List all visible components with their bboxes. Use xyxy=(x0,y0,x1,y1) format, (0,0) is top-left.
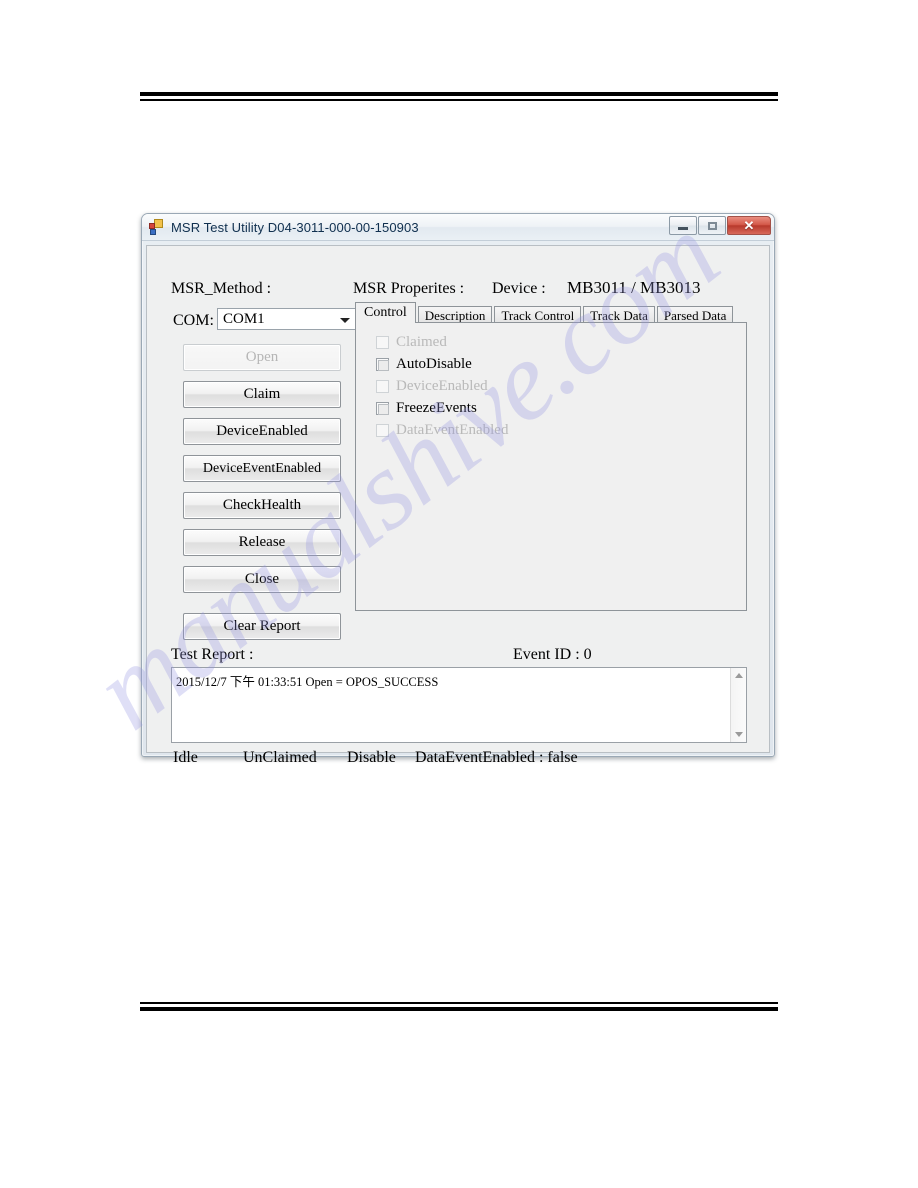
dataeventenabled-checkbox[interactable] xyxy=(376,423,389,437)
maximize-icon xyxy=(707,221,717,230)
test-report-label: Test Report : xyxy=(171,646,254,663)
footer-rule-thick xyxy=(140,1006,778,1011)
tab-strip: Control Description Track Control Track … xyxy=(355,302,747,324)
com-label: COM: xyxy=(173,312,214,329)
freezeevents-label: FreezeEvents xyxy=(396,399,477,416)
close-device-button[interactable]: Close xyxy=(183,566,341,593)
minimize-icon xyxy=(678,227,688,230)
device-label: Device : xyxy=(492,280,546,297)
minimize-button[interactable] xyxy=(669,216,697,235)
report-line: 2015/12/7 下午 01:33:51 Open = OPOS_SUCCES… xyxy=(176,675,439,689)
properties-tab-control: Control Description Track Control Track … xyxy=(355,302,747,612)
checkbox-row-freezeevents[interactable]: FreezeEvents xyxy=(376,399,477,417)
msr-method-label: MSR_Method : xyxy=(171,280,272,297)
window-title: MSR Test Utility D04-3011-000-00-150903 xyxy=(171,219,419,235)
control-tab-panel: Claimed AutoDisable DeviceEnabled Freeze… xyxy=(355,322,747,611)
com-port-select[interactable]: COM1 xyxy=(217,308,359,330)
report-scrollbar[interactable] xyxy=(730,668,746,742)
chevron-down-icon xyxy=(340,318,350,323)
dataeventenabled-label: DataEventEnabled xyxy=(396,421,509,438)
header-rule-thin xyxy=(140,99,778,101)
event-id-label: Event ID : 0 xyxy=(513,646,592,663)
release-button[interactable]: Release xyxy=(183,529,341,556)
claimed-label: Claimed xyxy=(396,333,447,350)
device-value: MB3011 / MB3013 xyxy=(567,278,701,297)
test-report-textarea[interactable]: 2015/12/7 下午 01:33:51 Open = OPOS_SUCCES… xyxy=(171,667,747,743)
msr-properties-label: MSR Properites : xyxy=(353,280,465,297)
scroll-down-icon[interactable] xyxy=(731,727,747,742)
autodisable-label: AutoDisable xyxy=(396,355,472,372)
window-controls: ✕ xyxy=(669,216,771,235)
msr-test-utility-window: MSR Test Utility D04-3011-000-00-150903 … xyxy=(141,213,775,766)
status-device-state: Disable xyxy=(347,749,396,766)
checkbox-row-dataeventenabled[interactable]: DataEventEnabled xyxy=(376,421,508,439)
autodisable-checkbox[interactable] xyxy=(376,357,389,371)
freezeevents-checkbox[interactable] xyxy=(376,401,389,415)
status-state: Idle xyxy=(173,749,198,766)
status-claim-state: UnClaimed xyxy=(243,749,317,766)
claimed-checkbox[interactable] xyxy=(376,335,389,349)
checkbox-row-autodisable[interactable]: AutoDisable xyxy=(376,355,472,373)
close-button[interactable]: ✕ xyxy=(727,216,771,235)
device-event-enabled-button[interactable]: DeviceEventEnabled xyxy=(183,455,341,482)
device-enabled-button[interactable]: DeviceEnabled xyxy=(183,418,341,445)
page-footer-rule xyxy=(140,1002,778,1011)
open-button[interactable]: Open xyxy=(183,344,341,371)
deviceenabled-label: DeviceEnabled xyxy=(396,377,488,394)
scroll-up-icon[interactable] xyxy=(731,668,747,683)
page-header-rule xyxy=(140,92,778,101)
maximize-button[interactable] xyxy=(698,216,726,235)
checkbox-row-deviceenabled[interactable]: DeviceEnabled xyxy=(376,377,488,395)
app-icon xyxy=(149,219,165,235)
close-icon: ✕ xyxy=(743,218,755,233)
check-health-button[interactable]: CheckHealth xyxy=(183,492,341,519)
window-client-area: MSR_Method : MSR Properites : Device : M… xyxy=(146,245,770,766)
tab-control[interactable]: Control xyxy=(355,302,416,323)
checkbox-row-claimed[interactable]: Claimed xyxy=(376,333,447,351)
deviceenabled-checkbox[interactable] xyxy=(376,379,389,393)
status-data-event: DataEventEnabled : false xyxy=(415,749,578,766)
claim-button[interactable]: Claim xyxy=(183,381,341,408)
clear-report-button[interactable]: Clear Report xyxy=(183,613,341,640)
com-port-value: COM1 xyxy=(223,310,265,327)
window-titlebar[interactable]: MSR Test Utility D04-3011-000-00-150903 … xyxy=(142,214,774,241)
